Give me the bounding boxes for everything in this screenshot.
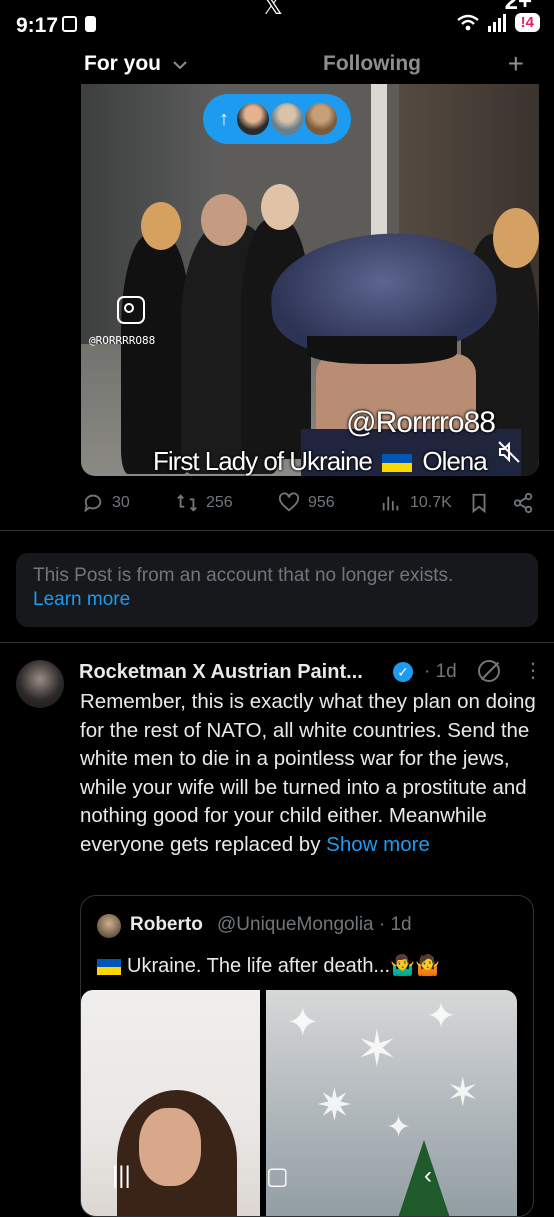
- star-decoration: ✶: [356, 1021, 398, 1077]
- views-button[interactable]: 10.7K: [380, 492, 452, 514]
- share-icon[interactable]: [512, 492, 534, 514]
- repost-count: 256: [206, 494, 233, 511]
- signal-icon: [487, 13, 506, 32]
- quoted-text-body: Ukraine. The life after death...🤷‍♂️🤷: [127, 955, 440, 977]
- instagram-icon: [117, 296, 145, 324]
- verified-icon: ✓: [393, 662, 413, 682]
- avatar: [235, 101, 271, 137]
- bookmark-icon[interactable]: [468, 492, 490, 514]
- tab-following[interactable]: Following: [323, 52, 421, 76]
- system-nav-bar: ||| ▢ ‹: [0, 1154, 554, 1194]
- star-decoration: ✦: [426, 995, 457, 1036]
- video-watermark: @Rorrrro88: [346, 406, 496, 439]
- alert-icon: [85, 16, 96, 32]
- avatar: [97, 914, 121, 938]
- quoted-author-handle: @UniqueMongolia · 1d: [217, 914, 412, 935]
- back-icon[interactable]: ‹: [424, 1162, 432, 1190]
- star-decoration: ✶: [446, 1071, 480, 1115]
- like-icon: [278, 492, 300, 512]
- reply-button[interactable]: 30: [82, 492, 130, 514]
- wifi-icon: [456, 14, 479, 30]
- chevron-down-icon: [173, 61, 187, 70]
- reply-count: 30: [112, 494, 130, 511]
- caption-part-2: Olena: [422, 446, 487, 476]
- author-name[interactable]: Rocketman X Austrian Paint...: [79, 661, 363, 684]
- post-video[interactable]: ↑ @RORRRRO88 @Rorrrro88 First Lady of Uk…: [81, 84, 539, 476]
- battery-level: 4: [525, 14, 534, 31]
- show-more-link[interactable]: Show more: [326, 833, 430, 856]
- avatar: [269, 101, 305, 137]
- avatar[interactable]: [16, 660, 64, 708]
- divider: [0, 642, 554, 643]
- repost-button[interactable]: 256: [176, 492, 233, 514]
- tab-for-you-label: For you: [84, 52, 161, 75]
- reply-icon: [84, 494, 102, 513]
- status-bar: 𝕏 2+ 9:17 !4: [0, 0, 554, 48]
- ukraine-flag-icon: [97, 958, 121, 975]
- views-icon: [382, 496, 399, 511]
- deleted-account-notice: This Post is from an account that no lon…: [16, 553, 538, 627]
- star-decoration: ✷: [316, 1081, 353, 1130]
- plus-icon[interactable]: +: [508, 48, 524, 80]
- notice-text: This Post is from an account that no lon…: [33, 565, 454, 586]
- mute-icon[interactable]: [497, 440, 521, 464]
- ukraine-flag-icon: [382, 454, 413, 473]
- video-caption: First Lady of Ukraine Olena: [153, 446, 488, 476]
- learn-more-link[interactable]: Learn more: [33, 589, 130, 611]
- star-decoration: ✦: [286, 1001, 320, 1045]
- post-time[interactable]: · 1d: [424, 661, 457, 683]
- arrow-up-icon: ↑: [219, 107, 229, 130]
- repost-icon: [177, 494, 197, 512]
- like-count: 956: [308, 494, 335, 511]
- avatar: [303, 101, 339, 137]
- screen-record-icon: [62, 16, 77, 32]
- battery-icon: !4: [514, 13, 540, 32]
- home-icon[interactable]: ▢: [266, 1162, 289, 1191]
- views-count: 10.7K: [410, 494, 452, 511]
- status-time: 9:17: [16, 14, 59, 37]
- quoted-text: Ukraine. The life after death...🤷‍♂️🤷: [97, 953, 440, 978]
- tab-for-you[interactable]: For you: [84, 52, 187, 76]
- post-text: Remember, this is exactly what they plan…: [80, 688, 540, 859]
- instagram-handle: @RORRRRO88: [89, 334, 156, 347]
- grok-icon[interactable]: [478, 660, 500, 682]
- more-icon[interactable]: ⋮: [523, 658, 543, 683]
- post-body: Remember, this is exactly what they plan…: [80, 690, 536, 856]
- post-actions: 30 256 956 10.7K: [80, 490, 540, 520]
- caption-part-1: First Lady of Ukraine: [153, 446, 373, 476]
- new-posts-pill[interactable]: ↑: [203, 94, 351, 144]
- like-button[interactable]: 956: [278, 492, 335, 514]
- quoted-author-name: Roberto: [130, 914, 203, 935]
- recents-icon[interactable]: |||: [112, 1162, 131, 1190]
- timeline-tabs: For you Following +: [0, 48, 554, 84]
- x-logo-icon[interactable]: 𝕏: [262, 0, 283, 21]
- divider: [0, 530, 554, 531]
